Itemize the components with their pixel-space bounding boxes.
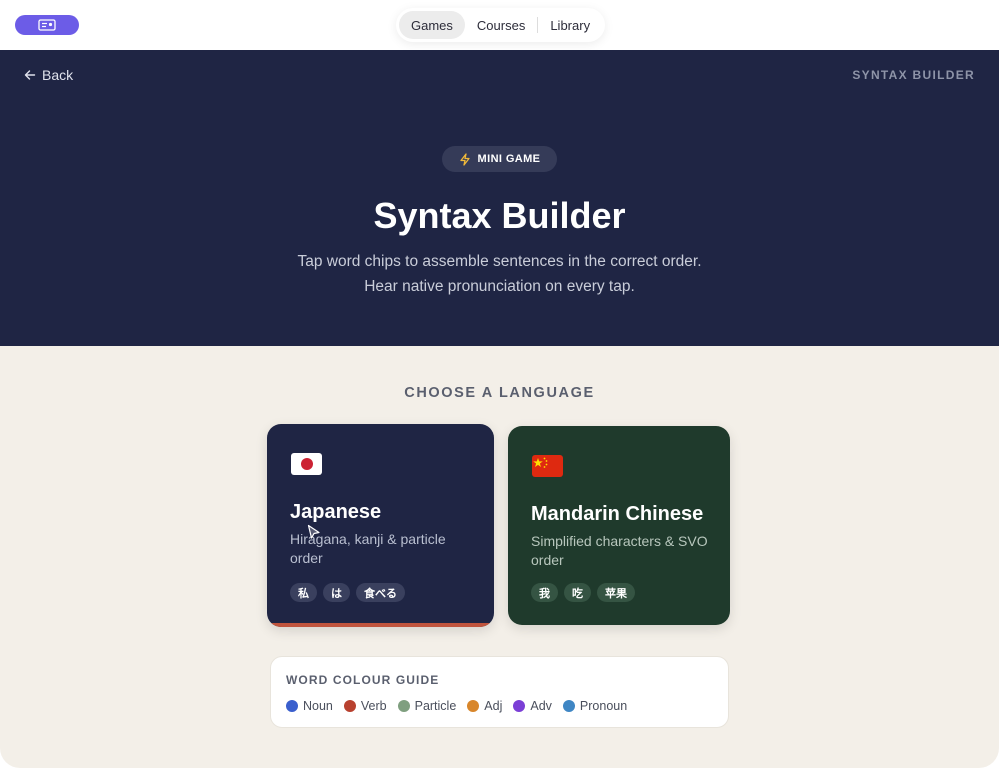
- legend-label: Adj: [484, 699, 503, 713]
- id-card-icon: [38, 19, 56, 31]
- card-title: Japanese: [290, 501, 382, 523]
- guide-legend: Noun Verb Particle Adj Adv Pronoun: [286, 699, 627, 713]
- word-chip: 我: [531, 583, 558, 602]
- badge-label: MINI GAME: [477, 153, 541, 165]
- legend-item-particle: Particle: [397, 699, 457, 713]
- word-chip: 吃: [564, 583, 591, 602]
- word-chip: 私: [290, 583, 317, 602]
- sample-chips: 私 は 食べる: [290, 583, 405, 602]
- language-card-mandarin[interactable]: Mandarin Chinese Simplified characters &…: [508, 426, 730, 625]
- language-section: CHOOSE A LANGUAGE Japanese Hiragana, kan…: [0, 346, 999, 768]
- card-description: Simplified characters & SVO order: [531, 533, 708, 568]
- adv-color-dot: [513, 700, 526, 712]
- section-label: SYNTAX BUILDER: [852, 68, 975, 82]
- pronoun-color-dot: [562, 700, 575, 712]
- legend-label: Pronoun: [579, 699, 628, 713]
- word-colour-guide: WORD COLOUR GUIDE Noun Verb Particle Adj…: [270, 656, 729, 728]
- legend-item-adj: Adj: [467, 699, 502, 713]
- hero-banner: Back SYNTAX BUILDER MINI GAME Syntax Bui…: [0, 50, 999, 346]
- japan-flag-icon: [291, 453, 322, 475]
- subtitle-line-1: Tap word chips to assemble sentences in …: [297, 253, 702, 270]
- legend-label: Adv: [530, 699, 552, 713]
- card-title: Mandarin Chinese: [531, 503, 704, 525]
- tab-games[interactable]: Games: [399, 11, 465, 39]
- legend-item-pronoun: Pronoun: [562, 699, 628, 713]
- subtitle-line-2: Hear native pronunciation on every tap.: [364, 278, 635, 295]
- back-label: Back: [42, 67, 74, 83]
- tab-courses[interactable]: Courses: [465, 11, 537, 39]
- sample-chips: 我 吃 苹果: [531, 583, 635, 602]
- lightning-icon: [459, 152, 470, 166]
- back-button[interactable]: Back: [24, 67, 73, 83]
- word-chip: 苹果: [597, 583, 635, 602]
- app-logo-button[interactable]: [15, 15, 79, 35]
- selected-indicator: [267, 623, 494, 627]
- guide-title: WORD COLOUR GUIDE: [286, 673, 440, 687]
- legend-label: Particle: [414, 699, 457, 713]
- language-card-japanese[interactable]: Japanese Hiragana, kanji & particle orde…: [267, 424, 494, 627]
- china-flag-icon: [532, 455, 563, 477]
- page-title: Syntax Builder: [373, 195, 626, 236]
- arrow-left-icon: [24, 70, 36, 80]
- legend-item-adv: Adv: [513, 699, 552, 713]
- legend-label: Verb: [360, 699, 387, 713]
- legend-item-noun: Noun: [286, 699, 333, 713]
- word-chip: 食べる: [356, 583, 405, 602]
- tab-library[interactable]: Library: [538, 11, 602, 39]
- noun-color-dot: [286, 700, 298, 712]
- mini-game-badge: MINI GAME: [442, 146, 557, 172]
- legend-label: Noun: [303, 699, 333, 713]
- adj-color-dot: [467, 700, 480, 712]
- top-bar: Games Courses Library: [0, 0, 999, 50]
- choose-language-heading: CHOOSE A LANGUAGE: [404, 385, 595, 401]
- main-nav: Games Courses Library: [396, 8, 606, 42]
- word-chip: は: [323, 583, 350, 602]
- verb-color-dot: [343, 700, 356, 712]
- particle-color-dot: [397, 700, 410, 712]
- legend-item-verb: Verb: [343, 699, 387, 713]
- mouse-cursor-icon: [307, 524, 320, 539]
